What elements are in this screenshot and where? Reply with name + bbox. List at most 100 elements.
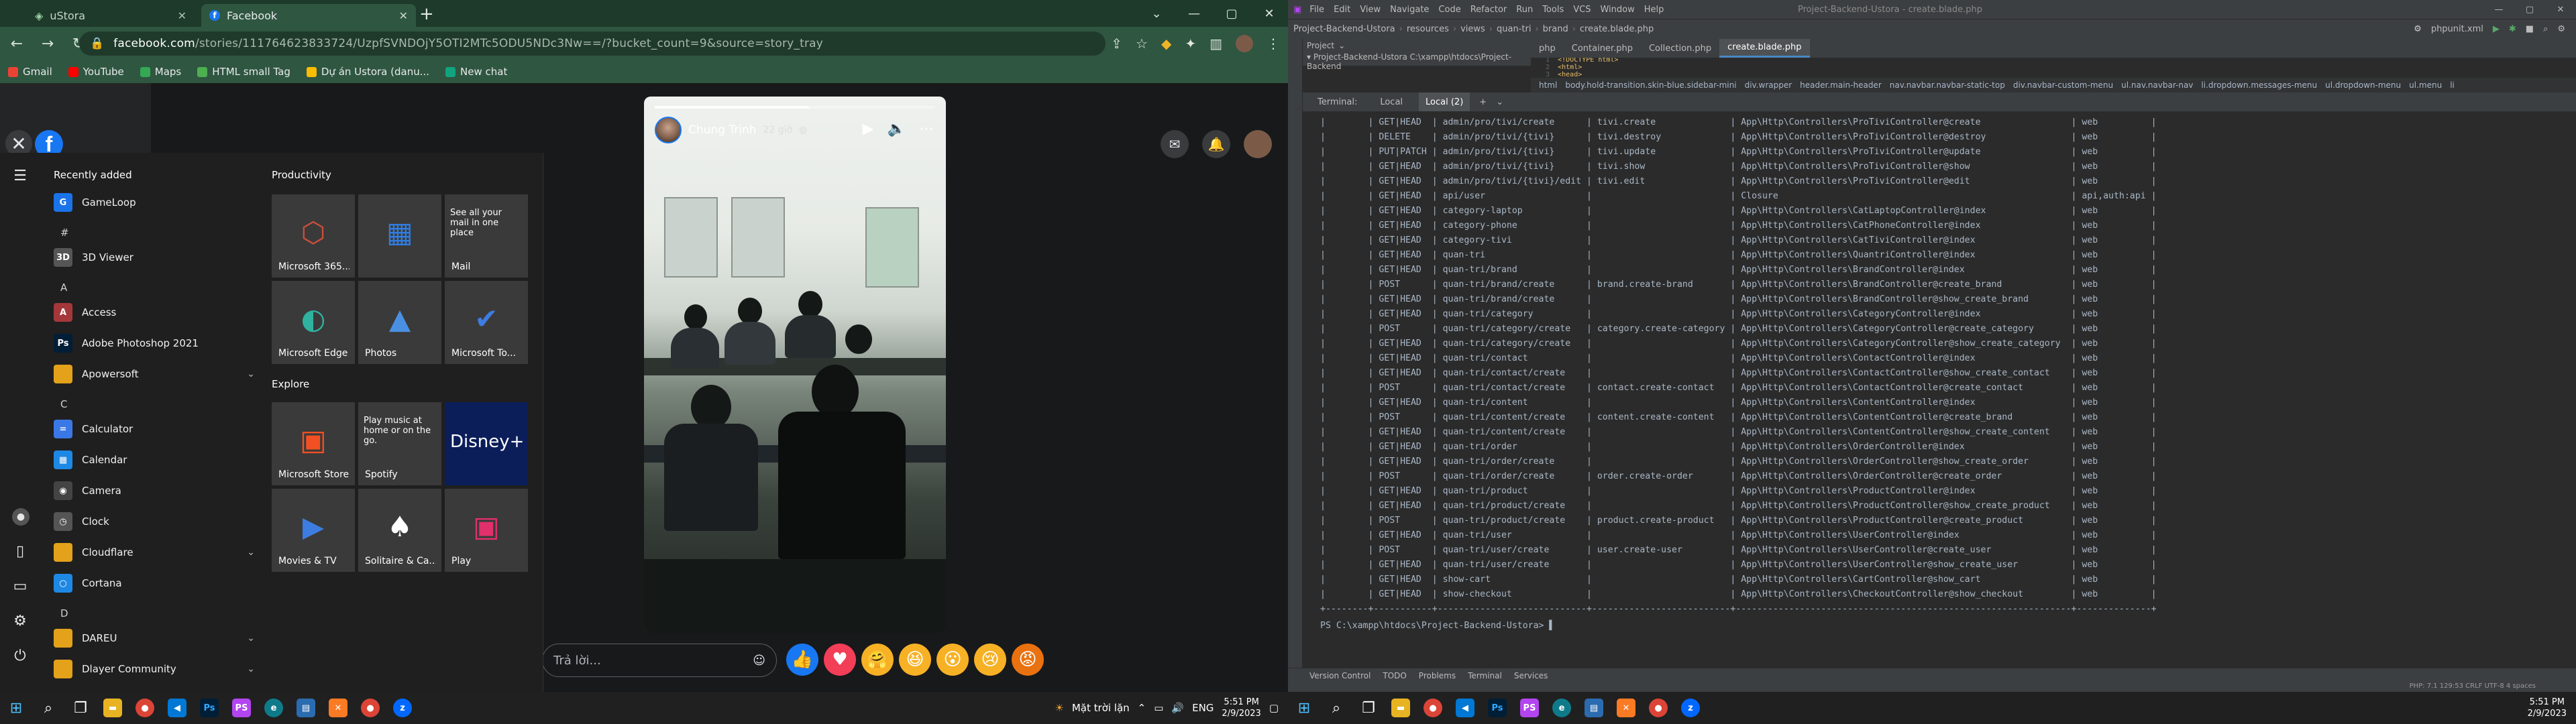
app-list-item[interactable]: = Calculator [54,417,255,441]
menu-vcs[interactable]: VCS [1573,5,1591,15]
tile-microsoft-store[interactable]: ▣ Microsoft Store [272,402,355,485]
bookmark-du-an-ustora[interactable]: Dự án Ustora (danu... [306,66,429,78]
search-icon[interactable]: ⌕ [2543,24,2548,34]
chevron-down-icon[interactable]: ⌄ [1138,7,1175,21]
html-path-item[interactable]: nav.navbar.navbar-static-top [1890,80,2005,90]
notification-icon[interactable]: ▢ [1269,702,1279,714]
vscode-icon[interactable]: ◀ [1449,692,1481,724]
wow-reaction-button[interactable]: 😮 [936,644,969,676]
app-list-item[interactable]: ◷ Clock [54,509,255,534]
tile-spotify[interactable]: Play music at home or on the go. Spotify [358,402,441,485]
chevron-down-icon[interactable]: ⌄ [247,547,255,558]
menu-icon[interactable]: ⋮ [1267,36,1280,52]
close-icon[interactable]: ✕ [399,9,408,22]
app-list-item[interactable]: 3D 3D Viewer [54,245,255,269]
volume-icon[interactable]: 🔊 [1171,702,1184,714]
bookmark-maps[interactable]: Maps [140,66,181,78]
search-icon[interactable]: ⌕ [1320,692,1352,724]
menu-help[interactable]: Help [1644,5,1664,15]
tile-live[interactable]: ▦ [358,194,441,278]
tile-microsoft-to-[interactable]: ✔ Microsoft To... [445,281,528,364]
terminal-tab[interactable]: Local [1373,93,1409,111]
chrome-icon[interactable]: ● [1417,692,1449,724]
project-root[interactable]: ▾ Project-Backend-Ustora C:\xampp\htdocs… [1303,52,1531,71]
sidebar-icon[interactable]: ▥ [1210,36,1222,52]
xampp-icon[interactable]: ✕ [1610,692,1642,724]
like-reaction-button[interactable]: 👍 [786,644,818,676]
task-view-icon[interactable]: ❐ [1352,692,1385,724]
chrome-icon[interactable]: ● [129,692,161,724]
haha-reaction-button[interactable]: 😆 [899,644,931,676]
close-button[interactable]: ✕ [1250,7,1288,21]
run-icon[interactable]: ▶ [2493,24,2500,34]
bottom-tab-problems[interactable]: Problems [1419,671,1456,680]
input-language[interactable]: ENG [1192,702,1214,714]
tile-solitaire-ca-[interactable]: ♠ Solitaire & Ca... [358,489,441,572]
html-path-item[interactable]: header.main-header [1800,80,1882,90]
windows-start-button[interactable]: ⊞ [1288,692,1320,724]
breadcrumb-item[interactable]: resources [1407,24,1449,34]
vscode-icon[interactable]: ◀ [161,692,193,724]
app-list-item[interactable]: DAREU ⌄ [54,626,255,650]
edge-icon[interactable]: e [1546,692,1578,724]
menu-edit[interactable]: Edit [1334,5,1350,15]
forward-button[interactable]: → [38,36,58,52]
minimize-button[interactable]: — [2483,5,2514,15]
close-icon[interactable]: ✕ [178,9,186,22]
file-explorer-icon[interactable]: ▬ [1385,692,1417,724]
photoshop-icon[interactable]: Ps [1481,692,1513,724]
windows-start-button[interactable]: ⊞ [0,692,32,724]
chrome-profile-icon[interactable]: ● [1642,692,1674,724]
app-list-item[interactable]: Ps Adobe Photoshop 2021 [54,331,255,355]
html-path-item[interactable]: body.hold-transition.skin-blue.sidebar-m… [1565,80,1736,90]
bottom-tab-terminal[interactable]: Terminal [1468,671,1502,680]
editor-tab[interactable]: create.blade.php [1719,39,1810,58]
love-reaction-button[interactable]: ♥ [824,644,856,676]
chevron-down-icon[interactable]: ⌄ [247,633,255,644]
html-path-item[interactable]: html [1539,80,1557,90]
menu-view[interactable]: View [1360,5,1381,15]
share-icon[interactable]: ⇪ [1111,36,1122,52]
minimize-button[interactable]: — [1175,7,1213,21]
run-config-select[interactable]: phpunit.xml [2431,24,2483,34]
bottom-tab-todo[interactable]: TODO [1383,671,1406,680]
html-path-item[interactable]: ul.menu [2409,80,2442,90]
chrome-profile-icon[interactable]: ● [354,692,386,724]
tile-mail[interactable]: See all your mail in one place Mail [445,194,528,278]
tab-facebook[interactable]: f Facebook ✕ [201,4,416,27]
close-button[interactable]: ✕ [2545,5,2576,15]
maximize-button[interactable]: ▢ [1213,7,1250,21]
bookmark-new-chat[interactable]: New chat [445,66,507,78]
documents-icon[interactable]: ▯ [12,543,28,560]
code-editor[interactable]: 1 <!DOCTYPE html> 2 <html> 3 <head> [1531,58,2576,78]
new-tab-button[interactable]: + [419,4,434,24]
html-path-item[interactable]: ul.nav.navbar-nav [2121,80,2193,90]
terminal-icon[interactable]: ▤ [1578,692,1610,724]
pictures-icon[interactable]: ▭ [12,578,28,595]
terminal-tab[interactable]: Local (2) [1419,93,1470,111]
hamburger-icon[interactable]: ☰ [12,168,28,184]
menu-navigate[interactable]: Navigate [1390,5,1429,15]
menu-code[interactable]: Code [1438,5,1460,15]
tile-movies-tv[interactable]: ▶ Movies & TV [272,489,355,572]
clock[interactable]: 5:51 PM 2/9/2023 [1222,697,1260,719]
author-avatar[interactable] [655,117,682,143]
tile-live[interactable]: Disney+ [445,402,528,485]
network-icon[interactable]: ▭ [1154,702,1163,714]
settings-icon[interactable]: ⚙ [12,613,28,629]
menu-window[interactable]: Window [1600,5,1634,15]
file-explorer-icon[interactable]: ▬ [97,692,129,724]
tile-play[interactable]: ▣ Play [445,489,528,572]
photoshop-icon[interactable]: Ps [193,692,225,724]
phpstorm-icon[interactable]: PS [225,692,258,724]
menu-tools[interactable]: Tools [1542,5,1564,15]
sticker-icon[interactable]: ☺ [753,654,765,668]
edge-icon[interactable]: e [258,692,290,724]
breadcrumb-item[interactable]: brand [1543,24,1568,34]
app-list-item[interactable]: ○ Cortana [54,571,255,595]
app-list-item[interactable]: Dlayer Community ⌄ [54,657,255,681]
tile-microsoft-edge[interactable]: ◐ Microsoft Edge [272,281,355,364]
zalo-icon[interactable]: z [1674,692,1707,724]
profile-avatar[interactable] [1236,35,1253,52]
terminal-prompt[interactable]: PS C:\xampp\htdocs\Project-Backend-Ustor… [1320,621,1554,631]
